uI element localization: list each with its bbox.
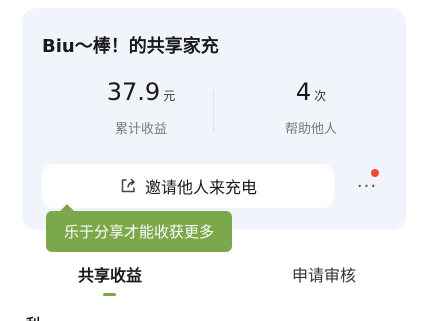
invite-button-label: 邀请他人来充电 (144, 178, 257, 197)
active-tab-indicator (103, 293, 116, 296)
share-icon (119, 177, 137, 195)
more-button[interactable]: ··· (352, 176, 382, 198)
helped-others-label: 帮助他人 (284, 122, 337, 137)
total-earnings-value: 37.9 (106, 78, 161, 106)
total-earnings-stat: 37.9 元 累计收益 (66, 78, 216, 137)
helped-others-value: 4 (295, 78, 312, 106)
home-charger-card: Biu～棒！的共享家充 37.9 元 累计收益 4 次 帮助他人 邀请他人来充电… (22, 8, 406, 230)
section-heading: 利 (26, 314, 40, 321)
more-icon: ··· (356, 176, 378, 197)
tab-shared-earnings[interactable]: 共享收益 (50, 262, 170, 286)
total-earnings-unit: 元 (163, 89, 176, 103)
stat-divider (213, 90, 214, 132)
total-earnings-label: 累计收益 (114, 122, 167, 137)
invite-button[interactable]: 邀请他人来充电 (42, 164, 334, 208)
helped-others-stat: 4 次 帮助他人 (236, 78, 386, 137)
notification-dot (371, 169, 379, 177)
card-title: Biu～棒！的共享家充 (42, 36, 219, 57)
tab-application-review[interactable]: 申请审核 (264, 262, 384, 286)
helped-others-unit: 次 (314, 89, 327, 103)
tooltip-arrow (60, 204, 74, 211)
share-tip-tooltip: 乐于分享才能收获更多 (46, 211, 232, 252)
